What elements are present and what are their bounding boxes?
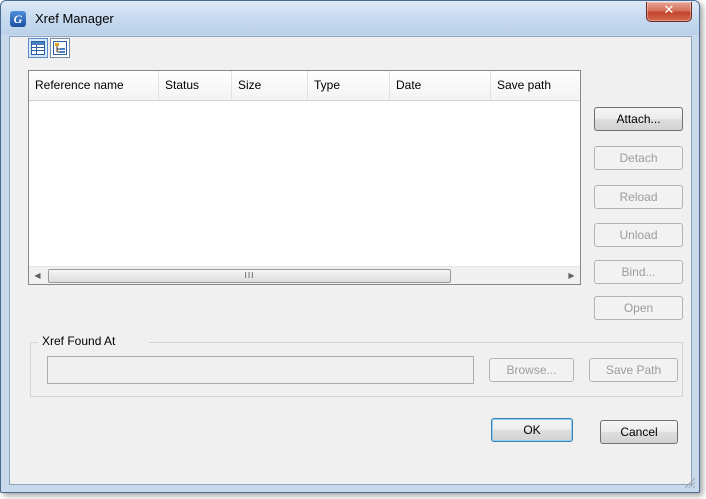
resize-grip-icon[interactable] bbox=[683, 476, 695, 488]
unload-button[interactable]: Unload bbox=[594, 223, 683, 247]
group-border-left bbox=[30, 342, 38, 343]
tree-view-button[interactable] bbox=[50, 38, 70, 58]
save-path-button[interactable]: Save Path bbox=[589, 358, 678, 382]
cancel-button[interactable]: Cancel bbox=[600, 420, 678, 444]
scroll-right-arrow-icon[interactable]: ▶ bbox=[563, 267, 580, 284]
tree-view-icon bbox=[53, 41, 67, 55]
scroll-left-arrow-icon[interactable]: ◀ bbox=[29, 267, 46, 284]
title-bar[interactable]: G Xref Manager ✕ bbox=[1, 1, 699, 35]
reload-button[interactable]: Reload bbox=[594, 185, 683, 209]
bind-button[interactable]: Bind... bbox=[594, 260, 683, 284]
window-title: Xref Manager bbox=[35, 11, 114, 26]
xref-found-at-label: Xref Found At bbox=[42, 334, 118, 348]
list-view-icon bbox=[31, 41, 45, 55]
ok-button[interactable]: OK bbox=[491, 418, 573, 442]
attach-button[interactable]: Attach... bbox=[594, 107, 683, 131]
detach-button[interactable]: Detach bbox=[594, 146, 683, 170]
open-button[interactable]: Open bbox=[594, 296, 683, 320]
app-logo-icon: G bbox=[10, 11, 26, 27]
column-save-path[interactable]: Save path bbox=[491, 71, 580, 100]
scroll-thumb[interactable]: III bbox=[48, 269, 451, 283]
found-path-field[interactable] bbox=[47, 356, 474, 384]
list-header: Reference name Status Size Type Date Sav… bbox=[29, 71, 580, 101]
list-view-button[interactable] bbox=[28, 38, 48, 58]
browse-button[interactable]: Browse... bbox=[489, 358, 574, 382]
column-type[interactable]: Type bbox=[308, 71, 390, 100]
xref-list[interactable]: Reference name Status Size Type Date Sav… bbox=[28, 70, 581, 285]
column-date[interactable]: Date bbox=[390, 71, 491, 100]
column-reference-name[interactable]: Reference name bbox=[29, 71, 159, 100]
column-size[interactable]: Size bbox=[232, 71, 308, 100]
group-border-right bbox=[149, 342, 683, 343]
horizontal-scrollbar[interactable]: ◀ III ▶ bbox=[29, 266, 580, 284]
column-status[interactable]: Status bbox=[159, 71, 232, 100]
xref-manager-window: G Xref Manager ✕ Reference name Status S… bbox=[0, 0, 700, 493]
close-button[interactable]: ✕ bbox=[646, 2, 692, 22]
